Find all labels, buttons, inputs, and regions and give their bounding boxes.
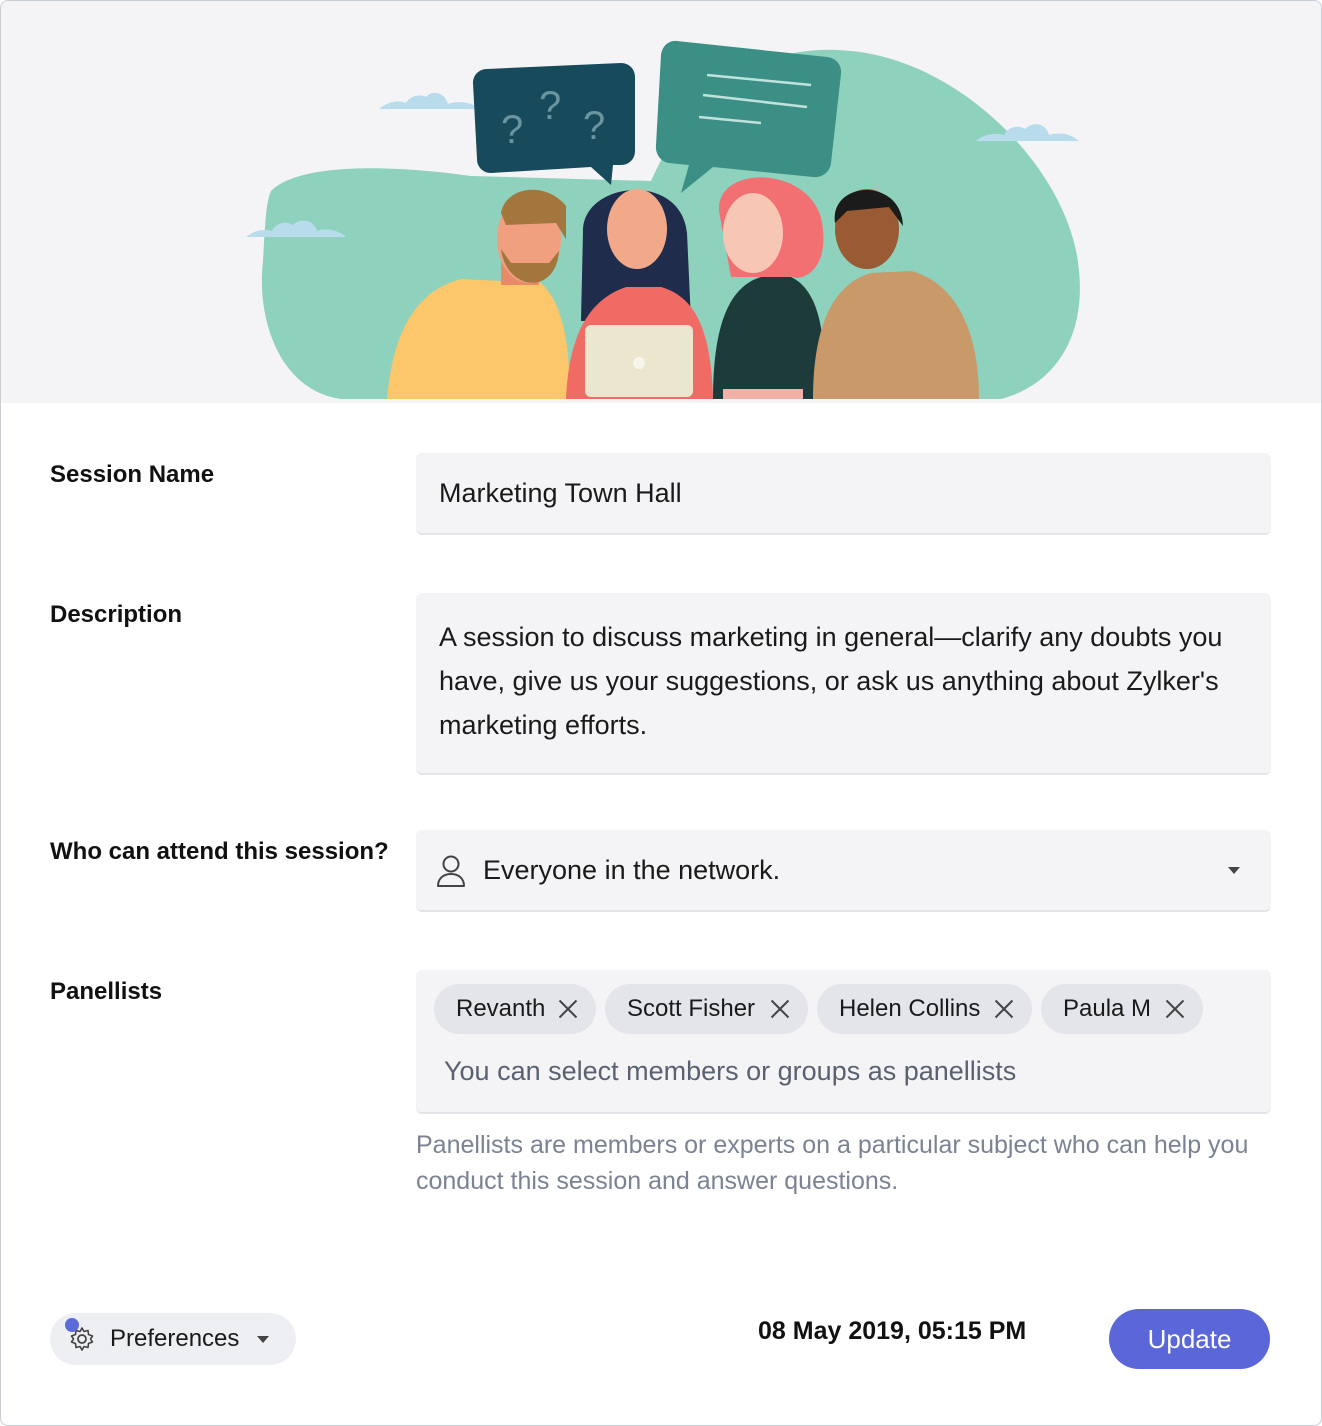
session-name-label: Session Name — [50, 461, 215, 488]
session-name-input[interactable]: Marketing Town Hall — [416, 453, 1271, 535]
chip-label: Scott Fisher — [627, 995, 756, 1022]
chip-label: Helen Collins — [839, 995, 981, 1022]
svg-text:?: ? — [539, 84, 561, 128]
session-form-card: ? ? ? Session Name Marketing Town Hall D… — [0, 0, 1322, 1426]
hero-illustration: ? ? ? — [1, 1, 1321, 403]
chip-label: Revanth — [456, 995, 546, 1022]
attendance-label: Who can attend this session? — [50, 838, 389, 865]
person-icon — [437, 855, 465, 887]
panellists-hint: Panellists are members or experts on a p… — [416, 1131, 1249, 1195]
panellists-input[interactable]: Revanth Scott Fisher Helen Collins Paula… — [416, 970, 1271, 1114]
panellists-label: Panellists — [50, 978, 163, 1005]
panellist-chip: Helen Collins — [817, 984, 1032, 1034]
remove-chip-icon[interactable] — [994, 999, 1014, 1019]
remove-chip-icon[interactable] — [770, 999, 790, 1019]
people-discussion-illustration: ? ? ? — [246, 40, 1080, 400]
preferences-button[interactable]: Preferences — [50, 1313, 296, 1365]
panellist-chip: Revanth — [434, 984, 596, 1034]
update-button[interactable]: Update — [1109, 1309, 1270, 1369]
panellist-chip: Paula M — [1041, 984, 1203, 1034]
session-name-value: Marketing Town Hall — [439, 478, 682, 508]
chevron-down-icon — [257, 1336, 269, 1343]
attendance-select[interactable]: Everyone in the network. — [416, 830, 1271, 912]
svg-text:?: ? — [501, 108, 523, 152]
chip-label: Paula M — [1063, 995, 1152, 1022]
description-label: Description — [50, 601, 183, 628]
svg-text:?: ? — [583, 104, 605, 148]
panellists-placeholder: You can select members or groups as pane… — [444, 1056, 1017, 1086]
notification-dot — [65, 1318, 79, 1332]
preferences-label: Preferences — [110, 1325, 240, 1352]
remove-chip-icon[interactable] — [558, 999, 578, 1019]
attendance-value: Everyone in the network. — [483, 855, 781, 885]
panellist-chip: Scott Fisher — [605, 984, 808, 1034]
description-textarea[interactable]: A session to discuss marketing in genera… — [416, 593, 1271, 775]
chevron-down-icon — [1228, 867, 1240, 874]
remove-chip-icon[interactable] — [1165, 999, 1185, 1019]
session-datetime: 08 May 2019, 05:15 PM — [758, 1317, 1027, 1345]
description-value: A session to discuss marketing in genera… — [439, 622, 1223, 740]
